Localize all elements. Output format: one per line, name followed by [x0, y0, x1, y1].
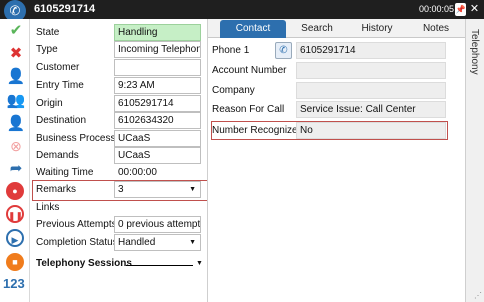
demands-value: UCaaS — [114, 147, 201, 164]
field-label: Links — [36, 202, 60, 213]
call-details-panel: State Handling Type Incoming Telephony C… — [31, 19, 206, 302]
field-label: Company — [212, 85, 255, 96]
previous-attempts-value: 0 previous attempts — [114, 216, 201, 233]
call-timer: 00:00:05 — [418, 4, 454, 14]
contact-field-row: Company — [208, 81, 466, 101]
field-label: Business Process — [36, 133, 116, 144]
contact-field-row: Phone 1 ✆ 6105291714 — [208, 41, 466, 61]
field-row: Destination 6102634320 — [31, 111, 206, 131]
field-label: Account Number — [212, 65, 287, 76]
destination-value: 6102634320 — [114, 112, 201, 129]
tab-history[interactable]: History — [348, 20, 406, 38]
field-label: Completion Status — [36, 237, 118, 248]
field-row: Completion Status Handled ▼ — [31, 233, 206, 253]
close-button[interactable]: ✕ — [468, 3, 481, 16]
contact-field-row: Reason For Call Service Issue: Call Cent… — [208, 100, 466, 120]
completion-status-value: Handled — [118, 237, 156, 248]
field-label: State — [36, 27, 60, 38]
resize-grip-icon[interactable]: ⋰ — [474, 291, 482, 300]
account-number-field[interactable] — [296, 62, 446, 79]
tab-contact[interactable]: Contact — [220, 20, 286, 38]
window-title: 6105291714 — [34, 3, 96, 15]
field-row: Type Incoming Telephony — [31, 40, 206, 60]
customer-field[interactable] — [114, 59, 201, 76]
phone1-field[interactable]: 6105291714 — [296, 42, 446, 59]
field-label: Reason For Call — [212, 104, 285, 115]
field-row: Customer — [31, 58, 206, 78]
waiting-time-value: 00:00:00 — [114, 164, 201, 181]
pause-icon[interactable]: ❚❚ — [6, 205, 24, 223]
field-label: Waiting Time — [36, 167, 94, 178]
forward-arrow-icon[interactable]: ➦ — [5, 159, 27, 179]
chevron-down-icon[interactable]: ▼ — [196, 260, 203, 267]
play-icon[interactable]: ▶ — [6, 229, 24, 247]
dial-phone-icon[interactable]: ✆ — [275, 42, 292, 59]
check-icon[interactable]: ✔ — [5, 21, 27, 41]
company-field[interactable] — [296, 82, 446, 99]
tab-bar: Contact Search History Notes — [208, 19, 466, 38]
pin-icon[interactable]: 📌 — [455, 3, 466, 16]
field-label: Phone 1 — [212, 45, 250, 56]
field-label: Origin — [36, 98, 63, 109]
side-tab-label: Telephony — [469, 29, 480, 75]
tab-notes[interactable]: Notes — [408, 20, 464, 38]
entry-time-value: 9:23 AM — [114, 77, 201, 94]
cancel-circle-icon[interactable]: ⊗ — [5, 136, 27, 156]
contact-panel: Contact Search History Notes Phone 1 ✆ 6… — [207, 19, 466, 302]
action-toolbar: ✔ ✖ 👤 👥 👤 ⊗ ➦ ● ❚❚ ▶ ■ 123 — [0, 19, 30, 302]
tab-search[interactable]: Search — [288, 20, 346, 38]
transfer-person-icon[interactable]: 👥 — [5, 91, 27, 111]
field-label: Customer — [36, 62, 80, 73]
agent-search-icon[interactable]: 👤 — [5, 67, 27, 87]
chevron-down-icon: ▼ — [189, 239, 196, 246]
field-label: Previous Attempts — [36, 219, 117, 230]
record-icon[interactable]: ● — [6, 182, 24, 200]
field-row: Entry Time 9:23 AM — [31, 76, 206, 96]
field-label: Type — [36, 44, 58, 55]
stop-icon[interactable]: ■ — [6, 253, 24, 271]
business-process-value: UCaaS — [114, 130, 201, 147]
state-value: Handling — [114, 24, 201, 41]
type-value: Incoming Telephony — [114, 41, 201, 58]
title-bar: ✆ 6105291714 00:00:05 📌 ✕ — [0, 0, 484, 22]
contact-field-row: Account Number — [208, 61, 466, 81]
telephony-side-tab[interactable]: Telephony ⋰ — [465, 19, 484, 302]
completion-status-select[interactable]: Handled ▼ — [114, 234, 201, 251]
telephony-sessions-header[interactable]: Telephony Sessions — [36, 258, 132, 269]
number-recognized-highlight — [211, 121, 448, 140]
origin-value: 6105291714 — [114, 95, 201, 112]
field-row: Previous Attempts 0 previous attempts — [31, 215, 206, 235]
field-label: Entry Time — [36, 80, 84, 91]
dialpad-123-icon[interactable]: 123 — [3, 276, 25, 291]
field-label: Destination — [36, 115, 87, 126]
x-icon[interactable]: ✖ — [5, 44, 27, 64]
field-label: Demands — [36, 150, 79, 161]
reason-for-call-field[interactable]: Service Issue: Call Center — [296, 101, 446, 118]
divider — [126, 265, 193, 266]
person-disabled-icon[interactable]: 👤 — [5, 114, 27, 134]
